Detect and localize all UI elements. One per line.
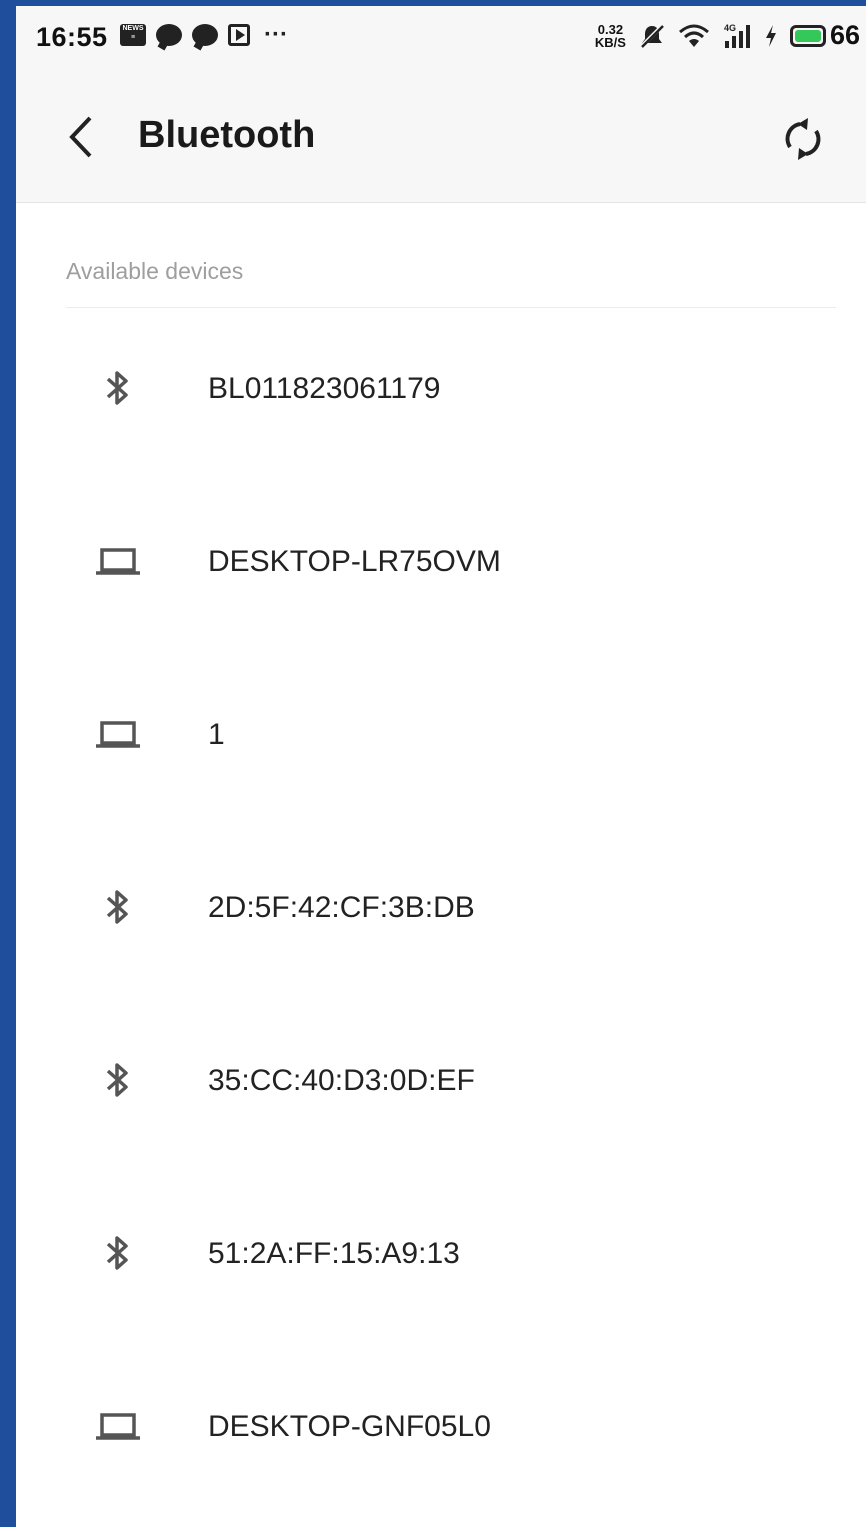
bluetooth-icon [96,1060,140,1100]
laptop-icon [96,541,140,581]
bluetooth-icon [96,887,140,927]
cell-signal-icon: 4G [724,23,750,48]
list-item[interactable]: 2D:5F:42:CF:3B:DB [16,827,866,1000]
notification-icons: NEWS ≡ ··· [120,21,288,48]
network-speed-value: 0.32 [597,21,624,37]
list-item[interactable]: DESKTOP-LR75OVM [16,481,866,654]
refresh-icon[interactable] [778,114,828,164]
device-name: BL011823061179 [208,372,441,405]
wifi-icon [678,24,709,47]
device-name: 2D:5F:42:CF:3B:DB [208,891,475,924]
list-item[interactable]: DESKTOP-GNF05L0 [16,1346,866,1519]
battery-level: 66 [829,20,860,50]
laptop-icon [96,714,140,754]
battery-icon [789,24,826,47]
status-bar: 16:55 NEWS ≡ ··· 0.32 KB/S 4G 66 [16,6,866,70]
app-bar: Bluetooth [16,70,866,203]
battery-indicator: 66 [789,20,860,51]
news-app-icon: NEWS ≡ [120,24,146,46]
charging-icon [765,24,776,47]
device-list: BL011823061179 DESKTOP-LR75OVM 1 2D:5F:4… [16,308,866,1519]
list-item[interactable]: 35:CC:40:D3:0D:EF [16,1000,866,1173]
chat-bubble-icon [156,24,182,46]
laptop-icon [96,1406,140,1446]
mute-icon [639,23,665,48]
device-name: 51:2A:FF:15:A9:13 [208,1237,460,1270]
device-name: 35:CC:40:D3:0D:EF [208,1064,475,1097]
network-type-label: 4G [724,23,736,33]
network-speed-unit: KB/S [594,34,626,50]
network-speed: 0.32 KB/S [595,23,626,49]
back-button[interactable] [62,112,102,162]
page-title: Bluetooth [138,114,316,156]
status-time: 16:55 [36,22,108,52]
list-item[interactable]: 1 [16,654,866,827]
bluetooth-icon [96,1233,140,1273]
chat-bubble-icon [192,24,218,46]
list-item[interactable]: BL011823061179 [16,308,866,481]
device-name: 1 [208,718,225,751]
play-icon [228,24,250,46]
more-notifications-icon: ··· [264,21,288,48]
bluetooth-icon [96,368,140,408]
system-icons: 0.32 KB/S 4G 66 [595,20,860,51]
device-name: DESKTOP-GNF05L0 [208,1410,491,1443]
list-item[interactable]: 51:2A:FF:15:A9:13 [16,1173,866,1346]
section-header: Available devices [66,258,244,284]
device-name: DESKTOP-LR75OVM [208,545,501,578]
